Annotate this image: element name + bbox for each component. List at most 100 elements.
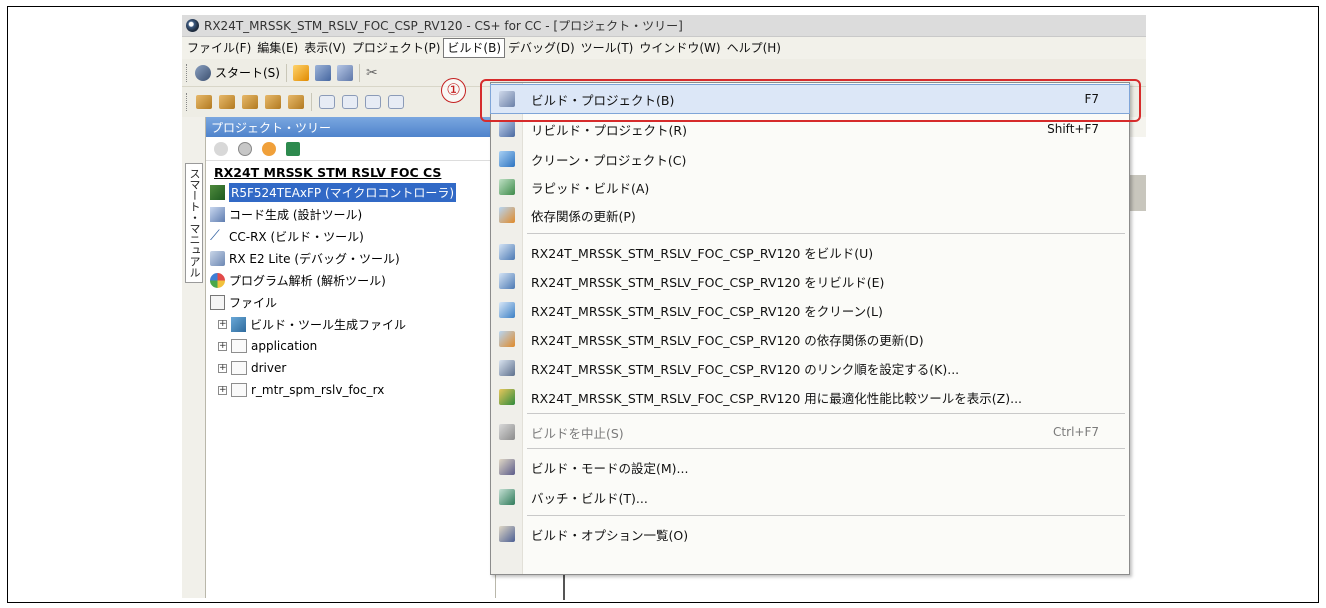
build-tool-icon: ⟋ <box>210 227 220 244</box>
menu-item-batch-build[interactable]: バッチ・ビルド(T)... <box>491 483 1129 511</box>
build-toolbar-icon[interactable] <box>196 95 212 109</box>
rebuild-toolbar-icon[interactable] <box>219 95 235 109</box>
clock-icon[interactable] <box>238 141 252 156</box>
menu-view[interactable]: 表示(V) <box>301 38 349 58</box>
chip-icon <box>210 184 225 200</box>
menu-item-shortcut: Ctrl+F7 <box>1053 425 1099 439</box>
menu-item-build-named[interactable]: RX24T_MRSSK_STM_RSLV_FOC_CSP_RV120 をビルド(… <box>491 238 1129 266</box>
link-order-icon <box>499 360 515 376</box>
clean-project-icon <box>499 151 515 167</box>
tree-item-code-generator[interactable]: コード生成 (設計ツール) <box>206 203 495 225</box>
toolbar-grip[interactable] <box>186 93 189 111</box>
analysis-tool-icon <box>210 272 225 288</box>
folder-icon <box>231 383 247 397</box>
tree-folder-driver[interactable]: + driver <box>206 357 495 379</box>
menu-help[interactable]: ヘルプ(H) <box>724 38 784 58</box>
stop-build-icon <box>499 424 515 440</box>
menu-item-link-order[interactable]: RX24T_MRSSK_STM_RSLV_FOC_CSP_RV120 のリンク順… <box>491 354 1129 382</box>
menu-build[interactable]: ビルド(B) <box>443 38 506 58</box>
menu-item-label: RX24T_MRSSK_STM_RSLV_FOC_CSP_RV120 をリビルド… <box>531 274 885 290</box>
clean-toolbar-icon[interactable] <box>265 95 281 109</box>
debug-window-icon[interactable] <box>319 95 335 109</box>
expand-icon[interactable]: + <box>218 363 227 373</box>
rapid-build-toolbar-icon[interactable] <box>242 95 258 109</box>
menu-item-rebuild-named[interactable]: RX24T_MRSSK_STM_RSLV_FOC_CSP_RV120 をリビルド… <box>491 267 1129 295</box>
menu-item-optimization-tool[interactable]: RX24T_MRSSK_STM_RSLV_FOC_CSP_RV120 用に最適化… <box>491 383 1129 411</box>
sort-icon[interactable] <box>214 141 228 156</box>
menu-item-label: 依存関係の更新(P) <box>531 208 636 224</box>
tree-folder-r-mtr[interactable]: + r_mtr_spm_rslv_foc_rx <box>206 379 495 401</box>
toolbar-separator <box>358 63 360 82</box>
toolbar-separator <box>285 63 287 82</box>
download-icon[interactable] <box>342 95 358 109</box>
menu-item-stop-build[interactable]: ビルドを中止(S) Ctrl+F7 <box>491 418 1129 446</box>
refresh-icon[interactable] <box>286 141 300 156</box>
menu-bar: ファイル(F) 編集(E) 表示(V) プロジェクト(P) ビルド(B) デバッ… <box>182 37 1146 59</box>
menu-item-build-options[interactable]: ビルド・オプション一覧(O) <box>491 520 1129 548</box>
tree-item-label: CC-RX (ビルド・ツール) <box>229 229 364 244</box>
menu-separator <box>527 413 1125 414</box>
expand-icon[interactable]: + <box>218 341 227 351</box>
menu-edit[interactable]: 編集(E) <box>254 38 301 58</box>
menu-item-dependencies-named[interactable]: RX24T_MRSSK_STM_RSLV_FOC_CSP_RV120 の依存関係… <box>491 325 1129 353</box>
menu-item-clean-project[interactable]: クリーン・プロジェクト(C) <box>491 145 1129 173</box>
smart-manual-tab[interactable]: スマート・マニュアル <box>185 163 203 283</box>
menu-item-update-dependencies[interactable]: 依存関係の更新(P) <box>491 201 1129 229</box>
toolbar-grip[interactable] <box>186 63 189 82</box>
menu-item-build-mode[interactable]: ビルド・モードの設定(M)... <box>491 453 1129 481</box>
save-all-icon[interactable] <box>336 64 353 81</box>
tree-folder-generated[interactable]: + ビルド・ツール生成ファイル <box>206 313 495 335</box>
project-root[interactable]: RX24T MRSSK STM RSLV FOC CS <box>206 161 495 181</box>
tree-folder-application[interactable]: + application <box>206 335 495 357</box>
title-bar: RX24T_MRSSK_STM_RSLV_FOC_CSP_RV120 - CS+… <box>182 15 1146 37</box>
menu-item-label: RX24T_MRSSK_STM_RSLV_FOC_CSP_RV120 のリンク順… <box>531 361 960 377</box>
start-button[interactable]: スタート(S) <box>195 64 280 81</box>
build-dropdown-menu: ビルド・プロジェクト(B) F7 リビルド・プロジェクト(R) Shift+F7… <box>490 82 1130 575</box>
rebuild-project-icon <box>499 121 515 137</box>
tree-item-label: ファイル <box>229 295 278 310</box>
build-mode-icon <box>499 459 515 475</box>
tree-item-file[interactable]: ファイル <box>206 291 495 313</box>
rapid-build-icon <box>499 179 515 195</box>
tree-item-analysis-tool[interactable]: プログラム解析 (解析ツール) <box>206 269 495 291</box>
menu-item-label: ビルドを中止(S) <box>531 425 624 441</box>
update-dependencies-icon <box>499 207 515 223</box>
menu-item-rapid-build[interactable]: ラピッド・ビルド(A) <box>491 173 1129 201</box>
project-tree-panel: プロジェクト・ツリー RX24T MRSSK STM RSLV FOC CS R… <box>206 117 496 598</box>
disconnect-icon[interactable] <box>388 95 404 109</box>
tree-item-debug-tool[interactable]: RX E2 Lite (デバッグ・ツール) <box>206 247 495 269</box>
optimization-chart-icon <box>499 389 515 405</box>
tree-item-build-tool[interactable]: ⟋ CC-RX (ビルド・ツール) <box>206 225 495 247</box>
menu-separator <box>527 233 1125 234</box>
menu-tool[interactable]: ツール(T) <box>578 38 637 58</box>
folder-icon <box>231 339 247 353</box>
project-tree-header: プロジェクト・ツリー <box>206 117 495 137</box>
stop-build-toolbar-icon[interactable] <box>288 95 304 109</box>
project-tree-toolbar <box>206 137 495 161</box>
generated-files-icon <box>231 316 246 332</box>
menu-item-clean-named[interactable]: RX24T_MRSSK_STM_RSLV_FOC_CSP_RV120 をクリーン… <box>491 296 1129 324</box>
tree-item-microcontroller[interactable]: R5F524TEAxFP (マイクロコントローラ) <box>206 181 495 203</box>
tree-folder-label: r_mtr_spm_rslv_foc_rx <box>251 383 385 397</box>
menu-project[interactable]: プロジェクト(P) <box>349 38 444 58</box>
connect-icon[interactable] <box>365 95 381 109</box>
dependencies-icon <box>499 331 515 347</box>
expand-icon[interactable]: + <box>218 385 227 395</box>
debug-tool-icon <box>210 250 225 266</box>
folder-icon <box>231 361 247 375</box>
build-options-icon <box>499 526 515 542</box>
menu-file[interactable]: ファイル(F) <box>184 38 254 58</box>
save-icon[interactable] <box>314 64 331 81</box>
menu-item-label: RX24T_MRSSK_STM_RSLV_FOC_CSP_RV120 の依存関係… <box>531 332 924 348</box>
expand-icon[interactable]: + <box>218 319 227 329</box>
menu-item-label: ラピッド・ビルド(A) <box>531 180 650 196</box>
menu-window[interactable]: ウインドウ(W) <box>636 38 723 58</box>
open-folder-icon[interactable] <box>292 64 309 81</box>
menu-debug[interactable]: デバッグ(D) <box>505 38 578 58</box>
code-generator-icon <box>210 206 225 222</box>
file-icon <box>210 294 225 310</box>
cut-icon[interactable]: ✂ <box>366 66 380 80</box>
menu-separator <box>527 515 1125 516</box>
user-icon[interactable] <box>262 141 276 156</box>
tree-folder-label: application <box>251 339 318 353</box>
